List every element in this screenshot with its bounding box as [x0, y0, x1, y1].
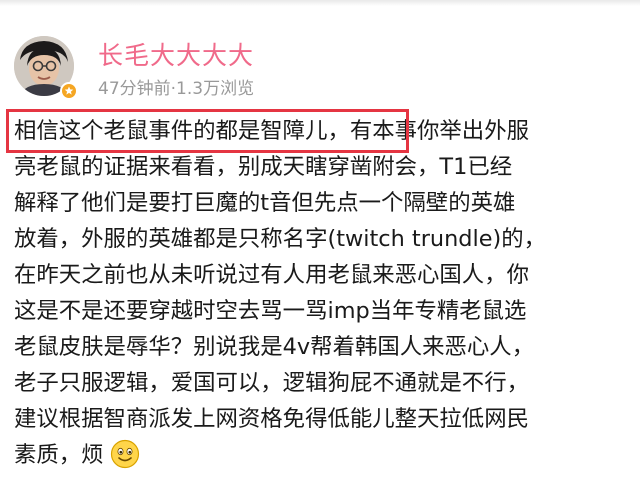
post-time: 47分钟前: [98, 79, 171, 99]
smile-emoji-icon: [110, 439, 140, 469]
post-text-line: 老子只服逻辑，爱国可以，逻辑狗屁不通就是不行，: [14, 370, 529, 396]
username[interactable]: 长毛大大大大: [98, 41, 254, 71]
post-text-line: 解释了他们是要打巨魔的t音但先点一个隔壁的英雄: [14, 190, 516, 216]
post-text-line: 建议根据智商派发上网资格免得低能儿整天拉低网民: [14, 406, 529, 432]
top-edge-shadow: [0, 0, 640, 6]
view-count: 1.3万浏览: [176, 79, 255, 99]
verified-badge-icon: [60, 82, 78, 100]
post-text-line-end: 素质，烦: [14, 442, 104, 468]
post-text-line: 相信这个老鼠事件的都是智障儿，有本事你举出外服: [14, 118, 529, 144]
post-text-line: 老鼠皮肤是辱华？别说我是4v帮着韩国人来恶心人，: [14, 334, 535, 360]
post-text-line: 这是不是还要穿越时空去骂一骂imp当年专精老鼠选: [14, 298, 527, 324]
post-header: 长毛大大大大 47分钟前 · 1.3万浏览: [14, 36, 614, 106]
post-text-last-line: 素质，烦: [14, 437, 634, 473]
post-meta: 47分钟前 · 1.3万浏览: [98, 78, 254, 100]
weibo-post-screenshot: 长毛大大大大 47分钟前 · 1.3万浏览 相信这个老鼠事件的都是智障儿，有本事…: [0, 0, 640, 490]
post-text-line: 亮老鼠的证据来看看，别成天瞎穿凿附会，T1已经: [14, 154, 513, 180]
post-text: 相信这个老鼠事件的都是智障儿，有本事你举出外服 亮老鼠的证据来看看，别成天瞎穿凿…: [14, 113, 634, 473]
post-text-line: 放着，外服的英雄都是只称名字(twitch trundle)的，: [14, 226, 547, 252]
post-text-line: 在昨天之前也从未听说过有人用老鼠来恶心国人，你: [14, 262, 529, 288]
